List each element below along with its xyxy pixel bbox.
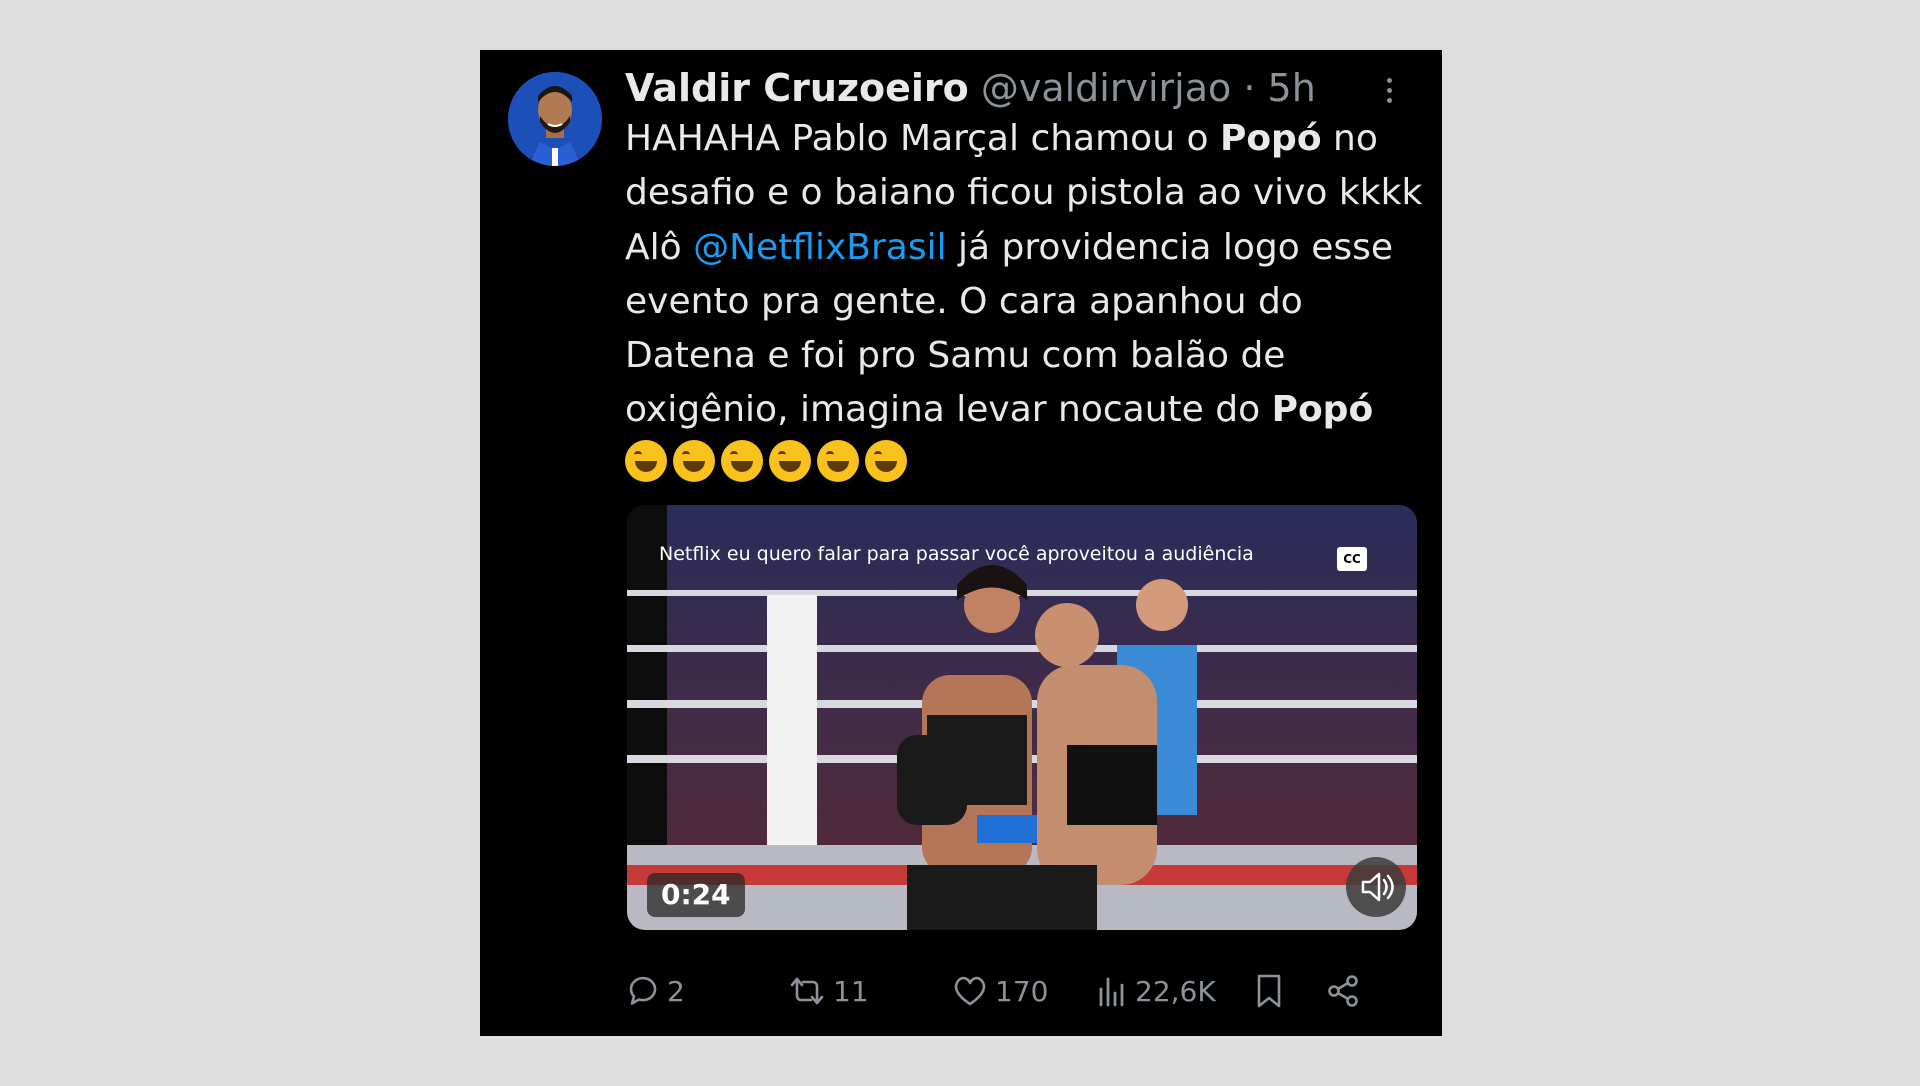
- views-chart-icon: [1099, 977, 1124, 1007]
- volume-icon[interactable]: [1346, 857, 1406, 917]
- bookmark-button[interactable]: [1253, 963, 1291, 1019]
- heart-icon: [954, 976, 986, 1006]
- repost-icon: [790, 977, 824, 1005]
- avatar-photo: [508, 72, 602, 166]
- like-button[interactable]: 170: [951, 963, 1048, 1019]
- tweet-text-bold: Popó: [1219, 118, 1322, 159]
- bookmark-icon: [1257, 974, 1281, 1008]
- tweet-header: Valdir Cruzoeiro @valdirvirjao · 5h: [625, 60, 1422, 116]
- laughing-emoji-icon: [721, 439, 763, 482]
- tweet-text: HAHAHA Pablo Marçal chamou o Popó no des…: [625, 112, 1425, 492]
- video-caption: Netflix eu quero falar para passar você …: [659, 543, 1254, 565]
- video-duration: 0:24: [647, 873, 745, 917]
- tweet-text-bold: Popó: [1271, 389, 1374, 431]
- views-count: 22,6K: [1135, 974, 1216, 1008]
- more-options-icon[interactable]: [1384, 78, 1394, 112]
- reply-icon: [629, 976, 657, 1005]
- repost-count: 11: [833, 974, 869, 1008]
- separator-dot: ·: [1243, 66, 1256, 110]
- share-button[interactable]: [1325, 963, 1367, 1019]
- laughing-emoji-icon: [625, 439, 667, 482]
- reply-count: 2: [667, 974, 685, 1008]
- like-count: 170: [995, 974, 1049, 1008]
- closed-captions-button[interactable]: CC: [1337, 547, 1367, 571]
- repost-button[interactable]: 11: [787, 963, 869, 1019]
- share-icon: [1328, 975, 1358, 1007]
- laughing-emoji-icon: [769, 439, 811, 482]
- reply-button[interactable]: 2: [625, 963, 685, 1019]
- laughing-emoji-icon: [673, 439, 715, 482]
- author-handle[interactable]: @valdirvirjao: [981, 66, 1231, 110]
- mention-link[interactable]: @NetflixBrasil: [693, 227, 947, 268]
- timestamp[interactable]: 5h: [1268, 66, 1316, 110]
- tweet-text-part: HAHAHA Pablo Marçal chamou o: [625, 118, 1220, 159]
- video-player[interactable]: Netflix eu quero falar para passar você …: [627, 505, 1417, 930]
- views-button[interactable]: 22,6K: [1095, 963, 1216, 1019]
- laughing-emoji-icon: [865, 439, 907, 482]
- author-name[interactable]: Valdir Cruzoeiro: [625, 66, 969, 110]
- avatar[interactable]: [508, 72, 602, 166]
- tweet-card: Valdir Cruzoeiro @valdirvirjao · 5h HAHA…: [480, 50, 1442, 1036]
- laughing-emoji-icon: [817, 439, 859, 482]
- action-bar: 2 11 170 22,6K: [625, 963, 1425, 1019]
